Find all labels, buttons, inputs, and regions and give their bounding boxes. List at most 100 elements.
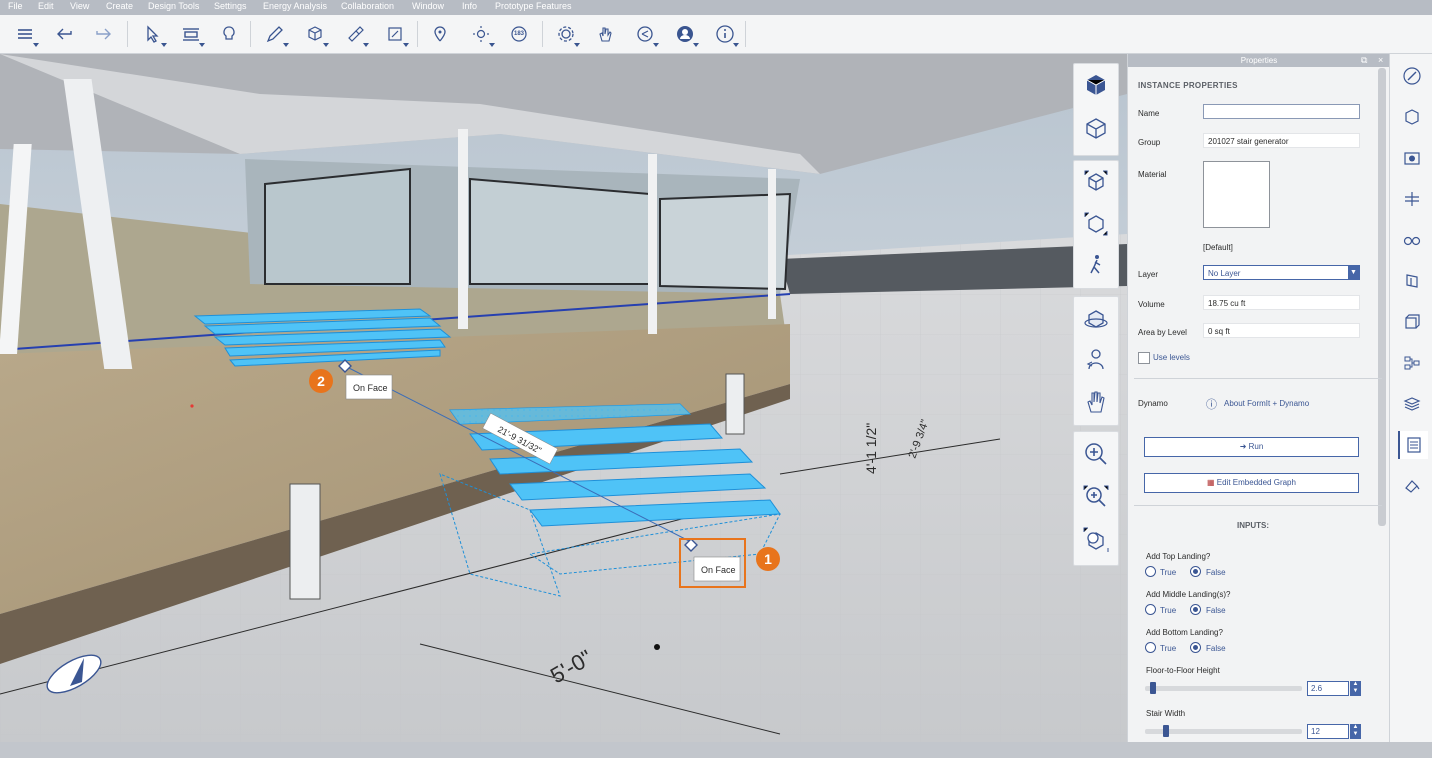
menu-design-tools[interactable]: Design Tools [148,1,199,11]
radio-true[interactable] [1145,642,1156,653]
paint-icon[interactable] [340,20,370,48]
stair-width-input[interactable]: 12 [1307,724,1349,739]
layer-select-value: No Layer [1208,269,1241,278]
select-icon[interactable] [138,20,168,48]
groups-icon[interactable] [1398,267,1426,295]
glasses-icon[interactable] [1398,226,1426,254]
sun-icon[interactable] [466,20,496,48]
radio-true-label: True [1160,568,1177,577]
layers-tree-icon[interactable] [1398,349,1426,377]
dynamo-link[interactable]: About FormIt + Dynamo [1224,399,1309,408]
radio-false[interactable] [1190,566,1201,577]
zoom-in-icon[interactable] [1080,482,1112,514]
align-icon[interactable] [176,20,206,48]
run-label: Run [1248,442,1264,451]
scrollbar[interactable] [1378,68,1386,526]
use-levels-label[interactable]: Use levels [1153,353,1190,362]
paint-bucket-icon[interactable] [1398,472,1426,500]
scenes-icon[interactable] [1398,144,1426,172]
walk-icon[interactable] [1080,249,1112,281]
close-icon[interactable]: × [1378,54,1383,67]
stair-width-thumb[interactable] [1163,725,1169,737]
hand-gesture-icon[interactable] [590,20,620,48]
properties-icon[interactable] [1398,431,1428,459]
rotate-3d-icon[interactable] [1080,208,1112,240]
inputs-title: INPUTS: [1237,521,1269,530]
layers-menu-icon[interactable] [10,20,40,48]
edit-graph-button[interactable]: ▦ Edit Embedded Graph [1144,473,1359,493]
menu-settings[interactable]: Settings [214,1,247,11]
radio-false-label: False [1206,606,1226,615]
use-levels-checkbox[interactable] [1138,352,1150,364]
zoom-icon[interactable] [1080,439,1112,471]
input-label: Add Top Landing? [1146,552,1211,561]
run-button[interactable]: ➜ Run [1144,437,1359,457]
area-label: Area by Level [1138,328,1187,337]
info-icon[interactable] [710,20,740,48]
area-field: 0 sq ft [1203,323,1360,338]
orbit-3d-icon[interactable] [1080,166,1112,198]
floor-height-label: Floor-to-Floor Height [1146,666,1220,675]
divider [1134,378,1382,379]
name-label: Name [1138,109,1160,118]
undo-icon[interactable] [50,20,80,48]
dock-icon[interactable]: ⧉ [1361,54,1367,67]
floor-height-stepper[interactable]: ▲ ▼ [1350,681,1361,696]
view-cube-icon[interactable] [1080,69,1112,101]
name-field[interactable] [1203,104,1360,119]
radio-false-label: False [1206,644,1226,653]
floor-height-input[interactable]: 2.6 [1307,681,1349,696]
menu-view[interactable]: View [70,1,89,11]
material-swatch[interactable] [1203,161,1270,228]
menu-window[interactable]: Window [412,1,444,11]
materials-icon[interactable] [1398,103,1426,131]
menu-file[interactable]: File [8,1,23,11]
input-label: Add Bottom Landing? [1146,628,1223,637]
settings-gear-icon[interactable] [551,20,581,48]
radio-false[interactable] [1190,604,1201,615]
zoom-extents-icon[interactable] [1080,524,1112,556]
share-icon[interactable] [630,20,660,48]
pan-hand-icon[interactable] [1080,386,1112,418]
location-icon[interactable] [425,20,455,48]
menu-energy-analysis[interactable]: Energy Analysis [263,1,327,11]
isometric-icon[interactable] [1080,112,1112,144]
layer-select[interactable]: No Layer ▼ [1203,265,1360,280]
info-circle-icon[interactable]: ⓘ [1206,396,1217,412]
run-arrow-icon: ➜ [1239,442,1249,451]
main-toolbar: 183 [0,15,1432,54]
draw-icon[interactable] [260,20,290,48]
redo-icon[interactable] [88,20,118,48]
orbit-cluster [1073,160,1119,289]
floor-height-slider[interactable] [1145,686,1302,691]
radio-true[interactable] [1145,566,1156,577]
help-bulb-icon[interactable] [214,20,244,48]
solid-add-icon[interactable] [300,20,330,48]
volume-field: 18.75 cu ft [1203,295,1360,310]
layers-icon[interactable] [1398,390,1426,418]
menu-info[interactable]: Info [462,1,477,11]
menu-collaboration[interactable]: Collaboration [341,1,394,11]
user-icon[interactable] [670,20,700,48]
scene-canvas[interactable]: 21'-9 31/32" 5'-0" 4'-1 1/2" 2'-9 3/4" O… [0,54,1127,742]
callout-2-label: 2 [317,373,325,389]
group-field[interactable]: 201027 stair generator [1203,133,1360,148]
brush-icon[interactable] [1398,62,1426,90]
toolbar-separator [127,21,128,47]
stair-width-label: Stair Width [1146,709,1186,718]
orbit-icon[interactable] [1080,302,1112,334]
frame-icon[interactable] [380,20,410,48]
components-icon[interactable] [1398,308,1426,336]
stair-width-stepper[interactable]: ▲ ▼ [1350,724,1361,739]
look-around-icon[interactable] [1080,344,1112,376]
3d-viewport[interactable]: 21'-9 31/32" 5'-0" 4'-1 1/2" 2'-9 3/4" O… [0,54,1127,742]
menu-prototype-features[interactable]: Prototype Features [495,1,572,11]
levels-icon[interactable] [1398,185,1426,213]
menu-bar: File Edit View Create Design Tools Setti… [0,0,1432,15]
menu-create[interactable]: Create [106,1,133,11]
radio-false[interactable] [1190,642,1201,653]
floor-height-thumb[interactable] [1150,682,1156,694]
menu-edit[interactable]: Edit [38,1,54,11]
radio-true[interactable] [1145,604,1156,615]
counter-icon[interactable]: 183 [504,20,534,48]
